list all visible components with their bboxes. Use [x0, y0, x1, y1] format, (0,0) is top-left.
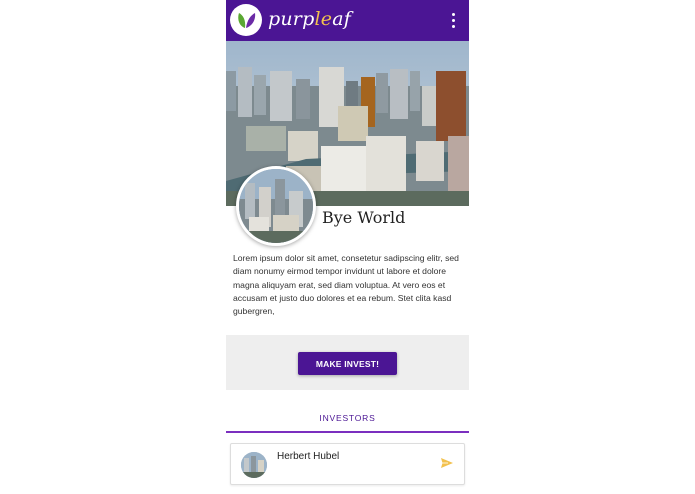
leaf-logo-icon[interactable]: [230, 4, 262, 36]
app-bar: purpleaf: [226, 0, 469, 41]
project-description: Lorem ipsum dolor sit amet, consetetur s…: [233, 253, 459, 317]
investor-name: Herbert Hubel: [277, 451, 340, 462]
tab-investors[interactable]: INVESTORS: [226, 404, 469, 432]
investor-avatar: [241, 452, 267, 478]
project-title: Bye World: [322, 208, 406, 227]
project-avatar[interactable]: [236, 166, 316, 246]
brand-accent: le: [314, 8, 333, 30]
app-screen: purpleaf Bye World Lorem ipsum dolor sit…: [226, 0, 469, 494]
cta-section: MAKE INVEST!: [226, 335, 469, 390]
investor-list-item[interactable]: Herbert Hubel: [230, 443, 465, 485]
brand-name: purpleaf: [268, 8, 351, 30]
send-icon[interactable]: [440, 456, 454, 470]
make-invest-button[interactable]: MAKE INVEST!: [298, 352, 397, 375]
tab-indicator: [226, 431, 469, 433]
more-vert-icon[interactable]: [445, 10, 461, 32]
